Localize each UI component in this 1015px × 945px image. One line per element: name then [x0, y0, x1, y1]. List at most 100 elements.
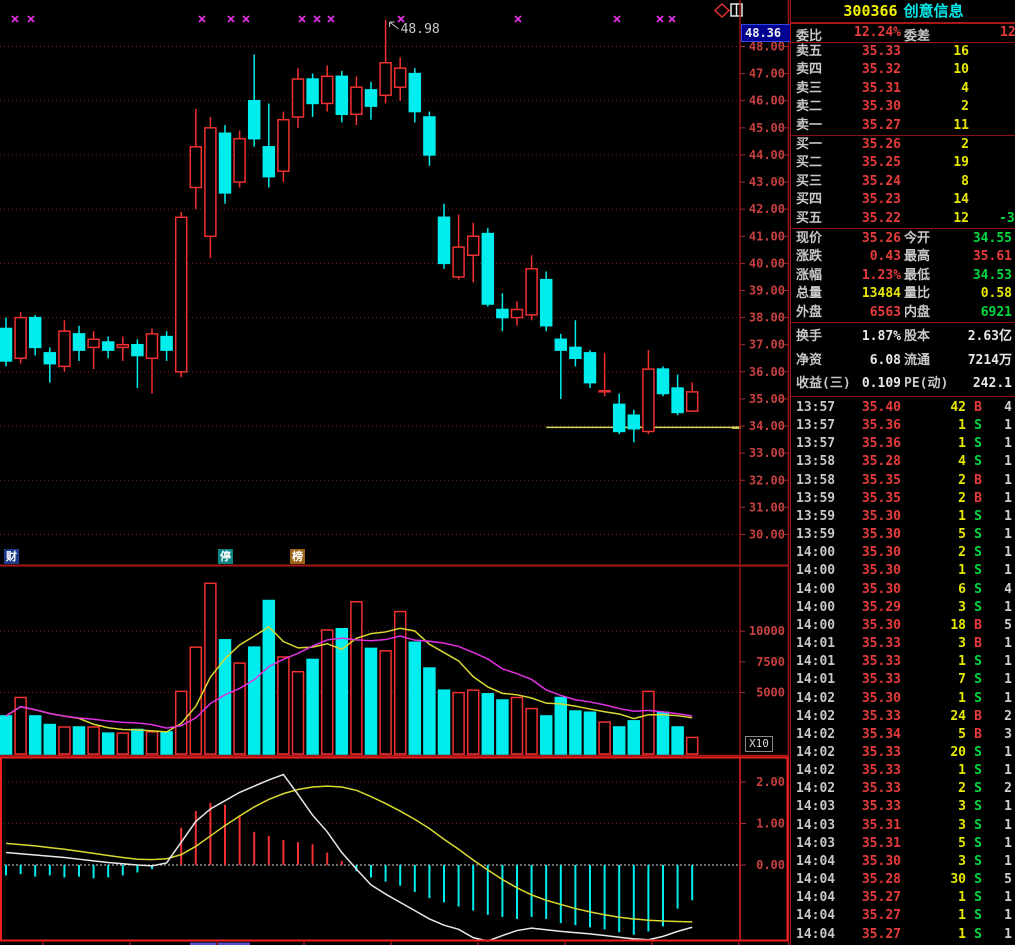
candle-body[interactable]: [585, 353, 596, 383]
sell-level-row[interactable]: 卖三35.314: [791, 80, 1015, 98]
volume-bar[interactable]: [117, 733, 128, 754]
candle-body[interactable]: [424, 117, 435, 155]
candle-body[interactable]: [278, 120, 289, 172]
candle-body[interactable]: [176, 217, 187, 372]
candle-body[interactable]: [88, 339, 99, 347]
volume-bar[interactable]: [322, 630, 333, 754]
volume-bar[interactable]: [468, 690, 479, 754]
buy-level-row[interactable]: 买四35.2314: [791, 191, 1015, 209]
candle-body[interactable]: [541, 280, 552, 326]
volume-bar[interactable]: [147, 732, 158, 754]
volume-bar[interactable]: [307, 659, 318, 754]
candle-body[interactable]: [351, 87, 362, 114]
volume-bar[interactable]: [687, 737, 698, 754]
tag-cai[interactable]: 财: [4, 549, 19, 564]
volume-bar[interactable]: [205, 583, 216, 754]
volume-bar[interactable]: [453, 693, 464, 754]
volume-bar[interactable]: [351, 602, 362, 754]
candle-body[interactable]: [132, 345, 143, 356]
volume-bar[interactable]: [585, 712, 596, 754]
volume-bar[interactable]: [30, 716, 41, 754]
candle-body[interactable]: [687, 392, 698, 411]
candle-body[interactable]: [409, 74, 420, 112]
tag-ting[interactable]: 停: [218, 549, 233, 564]
volume-bar[interactable]: [541, 716, 552, 754]
tick-trade-list[interactable]: 13:5735.4042B413:5735.361S113:5735.361S1…: [791, 399, 1015, 945]
candle-body[interactable]: [453, 247, 464, 277]
candle-body[interactable]: [74, 334, 85, 350]
stock-header[interactable]: 300366创意信息: [791, 0, 1015, 24]
volume-bar[interactable]: [570, 711, 581, 754]
candle-body[interactable]: [161, 337, 172, 351]
volume-bar[interactable]: [88, 727, 99, 754]
tag-bang[interactable]: 榜: [290, 549, 305, 564]
volume-bar[interactable]: [599, 722, 610, 754]
candle-body[interactable]: [15, 318, 26, 359]
candle-body[interactable]: [103, 342, 114, 350]
buy-level-row[interactable]: 买五35.2212-3: [791, 210, 1015, 228]
candle-body[interactable]: [336, 76, 347, 114]
candle-body[interactable]: [44, 353, 55, 364]
volume-bar[interactable]: [380, 651, 391, 754]
candle-body[interactable]: [439, 217, 450, 263]
volume-bar[interactable]: [293, 672, 304, 754]
candle-body[interactable]: [643, 369, 654, 431]
candle-body[interactable]: [628, 415, 639, 429]
candle-body[interactable]: [117, 345, 128, 348]
candle-body[interactable]: [322, 76, 333, 103]
volume-bar[interactable]: [234, 663, 245, 754]
candle-body[interactable]: [468, 236, 479, 255]
candle-body[interactable]: [190, 147, 201, 188]
volume-bar[interactable]: [482, 694, 493, 754]
volume-bar[interactable]: [424, 668, 435, 754]
candle-body[interactable]: [205, 128, 216, 236]
candle-body[interactable]: [395, 68, 406, 87]
candle-body[interactable]: [147, 334, 158, 358]
candle-body[interactable]: [307, 79, 318, 103]
volume-bar[interactable]: [628, 721, 639, 754]
volume-bar[interactable]: [249, 647, 260, 754]
sell-level-row[interactable]: 卖二35.302: [791, 98, 1015, 116]
candle-body[interactable]: [380, 63, 391, 96]
volume-bar[interactable]: [161, 732, 172, 754]
volume-bar[interactable]: [658, 712, 669, 754]
candle-body[interactable]: [497, 309, 508, 317]
candle-body[interactable]: [672, 388, 683, 412]
candle-body[interactable]: [366, 90, 377, 106]
volume-bar[interactable]: [103, 733, 114, 754]
volume-bar[interactable]: [44, 725, 55, 754]
volume-bar[interactable]: [278, 657, 289, 754]
candle-body[interactable]: [220, 133, 231, 193]
volume-bar[interactable]: [59, 727, 70, 754]
sell-level-row[interactable]: 卖一35.2711: [791, 117, 1015, 135]
candle-body[interactable]: [570, 347, 581, 358]
candle-body[interactable]: [293, 79, 304, 117]
volume-bar[interactable]: [366, 648, 377, 754]
volume-bar[interactable]: [672, 727, 683, 754]
candle-body[interactable]: [599, 391, 610, 392]
buy-level-row[interactable]: 买二35.2519: [791, 154, 1015, 172]
candle-body[interactable]: [249, 101, 260, 139]
candle-body[interactable]: [658, 369, 669, 393]
volume-bar[interactable]: [643, 691, 654, 754]
diamond-icon[interactable]: [715, 4, 729, 17]
volume-bar[interactable]: [526, 709, 537, 754]
candle-body[interactable]: [614, 404, 625, 431]
candle-body[interactable]: [234, 139, 245, 182]
volume-bar[interactable]: [409, 642, 420, 754]
volume-bar[interactable]: [132, 729, 143, 754]
volume-bar[interactable]: [555, 698, 566, 754]
sell-level-row[interactable]: 卖四35.3210: [791, 61, 1015, 79]
buy-level-row[interactable]: 买一35.262: [791, 136, 1015, 154]
candle-body[interactable]: [30, 318, 41, 348]
candle-body[interactable]: [263, 147, 274, 177]
candle-body[interactable]: [512, 309, 523, 317]
candle-body[interactable]: [1, 328, 12, 361]
volume-bar[interactable]: [614, 727, 625, 754]
volume-bar[interactable]: [190, 647, 201, 754]
volume-bar[interactable]: [512, 698, 523, 754]
candle-body[interactable]: [555, 339, 566, 350]
volume-bar[interactable]: [1, 716, 12, 754]
volume-bar[interactable]: [263, 601, 274, 755]
kline-volume-macd-chart[interactable]: 48.0047.0046.0045.0044.0043.0042.0041.00…: [0, 0, 790, 945]
